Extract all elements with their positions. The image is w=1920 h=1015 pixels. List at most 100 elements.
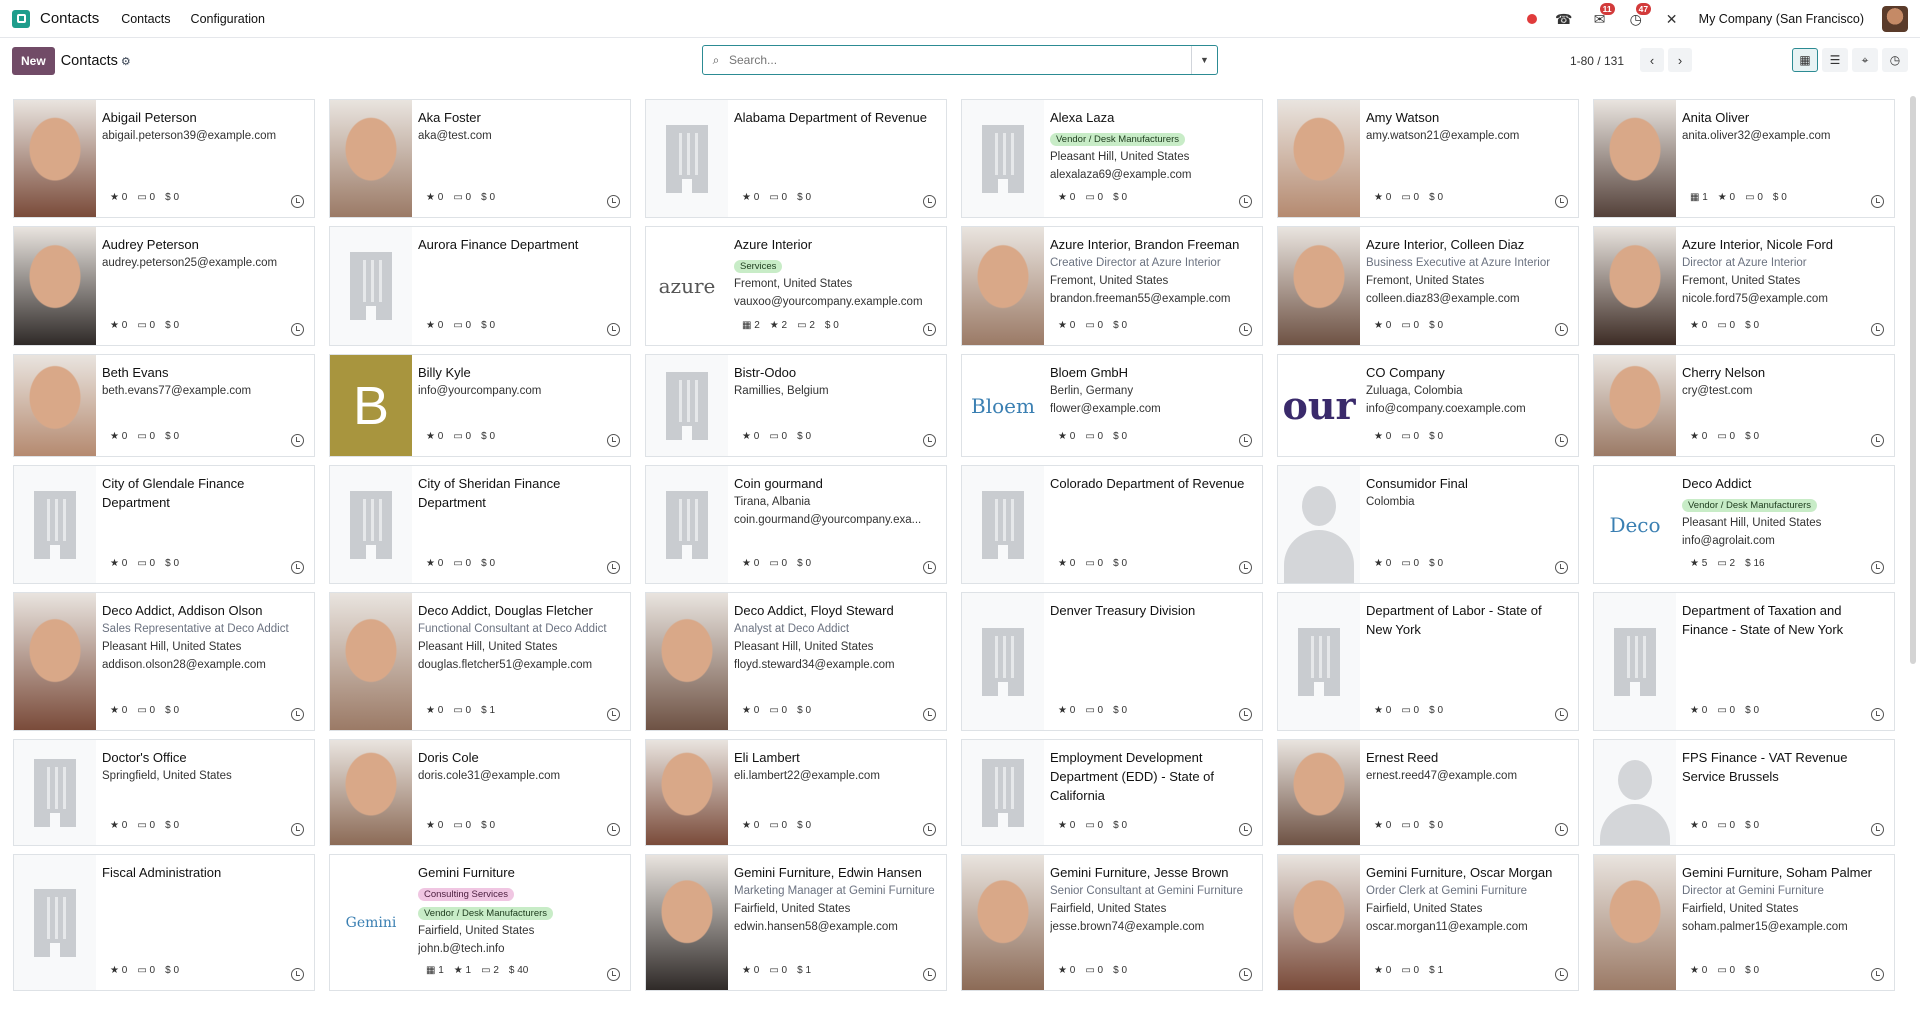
stat-counter[interactable]: ★ 0: [1058, 192, 1075, 203]
stat-counter[interactable]: ★ 0: [1374, 192, 1391, 203]
contact-card[interactable]: Deco Addict, Floyd Steward Analyst at Dec…: [645, 592, 947, 731]
stat-counter[interactable]: ▭ 0: [137, 431, 155, 442]
activity-clock-icon[interactable]: [607, 708, 620, 721]
stat-counter[interactable]: ▭ 0: [1085, 705, 1103, 716]
contact-card[interactable]: Doris Cole doris.cole31@example.com ★ 0 ▭ 0…: [329, 739, 631, 846]
stat-counter[interactable]: ★ 0: [1718, 192, 1735, 203]
activity-clock-icon[interactable]: [1871, 323, 1884, 336]
stat-counter[interactable]: $ 0: [797, 558, 811, 569]
stat-counter[interactable]: ★ 0: [1374, 820, 1391, 831]
stat-counter[interactable]: ★ 0: [1058, 705, 1075, 716]
search-input[interactable]: [729, 53, 1191, 67]
activity-clock-icon[interactable]: [291, 323, 304, 336]
stat-counter[interactable]: ▭ 0: [1085, 965, 1103, 976]
stat-counter[interactable]: ★ 0: [426, 431, 443, 442]
map-view-button[interactable]: ⌖: [1852, 48, 1878, 72]
stat-counter[interactable]: ★ 0: [110, 192, 127, 203]
stat-counter[interactable]: ▭ 2: [797, 320, 815, 331]
activity-clock-icon[interactable]: [1555, 195, 1568, 208]
contact-card[interactable]: Anita Oliver anita.oliver32@example.com ▦ …: [1593, 99, 1895, 218]
stat-counter[interactable]: ▭ 0: [1401, 705, 1419, 716]
activity-clock-icon[interactable]: [1555, 823, 1568, 836]
stat-counter[interactable]: ★ 0: [742, 965, 759, 976]
stat-counter[interactable]: ★ 0: [1374, 320, 1391, 331]
contact-card[interactable]: Ernest Reed ernest.reed47@example.com ★ 0 ▭…: [1277, 739, 1579, 846]
scrollbar[interactable]: [1910, 96, 1916, 664]
stat-counter[interactable]: $ 0: [797, 705, 811, 716]
stat-counter[interactable]: ▭ 0: [453, 820, 471, 831]
activity-clock-icon[interactable]: [1239, 561, 1252, 574]
stat-counter[interactable]: ★ 0: [110, 320, 127, 331]
stat-counter[interactable]: ▭ 0: [769, 431, 787, 442]
stat-counter[interactable]: $ 0: [1773, 192, 1787, 203]
contact-card[interactable]: B Billy Kyle info@yourcompany.com ★ 0 ▭ 0 $ 0: [329, 354, 631, 457]
stat-counter[interactable]: $ 0: [481, 558, 495, 569]
stat-counter[interactable]: $ 0: [1745, 965, 1759, 976]
contact-card[interactable]: Cherry Nelson cry@test.com ★ 0 ▭ 0 $ 0: [1593, 354, 1895, 457]
stat-counter[interactable]: ▭ 0: [1717, 431, 1735, 442]
contact-card[interactable]: Consumidor Final Colombia ★ 0 ▭ 0 $ 0: [1277, 465, 1579, 584]
stat-counter[interactable]: ▭ 0: [137, 820, 155, 831]
stat-counter[interactable]: ▦ 1: [426, 965, 444, 976]
activity-clock-icon[interactable]: [1871, 434, 1884, 447]
activity-clock-icon[interactable]: [1871, 195, 1884, 208]
activity-clock-icon[interactable]: [1239, 823, 1252, 836]
contact-card[interactable]: Bloem Bloem GmbH Berlin, Germany flower@exa…: [961, 354, 1263, 457]
stat-counter[interactable]: ▭ 0: [137, 965, 155, 976]
stat-counter[interactable]: ▭ 0: [1401, 820, 1419, 831]
stat-counter[interactable]: ▭ 0: [769, 705, 787, 716]
stat-counter[interactable]: $ 0: [1745, 431, 1759, 442]
stat-counter[interactable]: ★ 0: [1690, 320, 1707, 331]
activity-clock-icon[interactable]: [923, 561, 936, 574]
stat-counter[interactable]: ▭ 0: [769, 558, 787, 569]
contact-card[interactable]: Doctor's Office Springfield, United State…: [13, 739, 315, 846]
contact-card[interactable]: Gemini Gemini Furniture Consulting Service…: [329, 854, 631, 991]
stat-counter[interactable]: ★ 0: [1374, 431, 1391, 442]
stat-counter[interactable]: ▭ 0: [1745, 192, 1763, 203]
stat-counter[interactable]: ★ 0: [1374, 965, 1391, 976]
activity-clock-icon[interactable]: [1555, 708, 1568, 721]
stat-counter[interactable]: ★ 0: [742, 558, 759, 569]
stat-counter[interactable]: $ 0: [1429, 192, 1443, 203]
stat-counter[interactable]: ★ 5: [1690, 558, 1707, 569]
contact-card[interactable]: Audrey Peterson audrey.peterson25@example…: [13, 226, 315, 346]
stat-counter[interactable]: ★ 0: [426, 705, 443, 716]
contact-card[interactable]: our CO Company Zuluaga, Colombia info@compa…: [1277, 354, 1579, 457]
stat-counter[interactable]: ★ 0: [742, 820, 759, 831]
activity-clock-icon[interactable]: [607, 434, 620, 447]
stat-counter[interactable]: ▭ 0: [453, 192, 471, 203]
stat-counter[interactable]: $ 0: [165, 320, 179, 331]
pager-previous-button[interactable]: ‹: [1640, 48, 1664, 72]
stat-counter[interactable]: ▭ 0: [453, 705, 471, 716]
activity-clock-icon[interactable]: [1871, 561, 1884, 574]
stat-counter[interactable]: $ 0: [1429, 558, 1443, 569]
stat-counter[interactable]: ★ 0: [1058, 320, 1075, 331]
activity-clock-icon[interactable]: [291, 434, 304, 447]
contact-card[interactable]: Gemini Furniture, Oscar Morgan Order Cler…: [1277, 854, 1579, 991]
contact-card[interactable]: Azure Interior, Nicole Ford Director at A…: [1593, 226, 1895, 346]
activities-clock-icon[interactable]: ◷ 47: [1627, 2, 1652, 28]
stat-counter[interactable]: $ 0: [1429, 820, 1443, 831]
stat-counter[interactable]: ▭ 0: [1401, 965, 1419, 976]
stat-counter[interactable]: ▭ 0: [769, 192, 787, 203]
messages-icon[interactable]: ✉ 11: [1591, 2, 1615, 28]
stat-counter[interactable]: ▭ 0: [453, 320, 471, 331]
stat-counter[interactable]: $ 0: [1745, 320, 1759, 331]
contact-card[interactable]: Deco Deco Addict Vendor / Desk Manufacture…: [1593, 465, 1895, 584]
pager-value[interactable]: 1-80 / 131: [1570, 54, 1624, 68]
stat-counter[interactable]: $ 16: [1745, 558, 1764, 569]
activity-clock-icon[interactable]: [1555, 968, 1568, 981]
stat-counter[interactable]: $ 0: [481, 431, 495, 442]
stat-counter[interactable]: $ 0: [1429, 320, 1443, 331]
stat-counter[interactable]: ★ 0: [1690, 820, 1707, 831]
contact-card[interactable]: Azure Interior, Colleen Diaz Business Exe…: [1277, 226, 1579, 346]
gear-icon[interactable]: ⚙: [121, 55, 131, 68]
stat-counter[interactable]: ▭ 0: [1717, 705, 1735, 716]
contact-card[interactable]: Coin gourmand Tirana, Albania coin.gourman…: [645, 465, 947, 584]
contact-card[interactable]: Colorado Department of Revenue ★ 0 ▭ 0 $ 0: [961, 465, 1263, 584]
stat-counter[interactable]: ▭ 0: [137, 705, 155, 716]
stat-counter[interactable]: ★ 0: [1690, 431, 1707, 442]
contact-card[interactable]: Alabama Department of Revenue ★ 0 ▭ 0 $ 0: [645, 99, 947, 218]
contact-card[interactable]: Deco Addict, Douglas Fletcher Functional …: [329, 592, 631, 731]
menu-contacts[interactable]: Contacts: [121, 12, 170, 26]
